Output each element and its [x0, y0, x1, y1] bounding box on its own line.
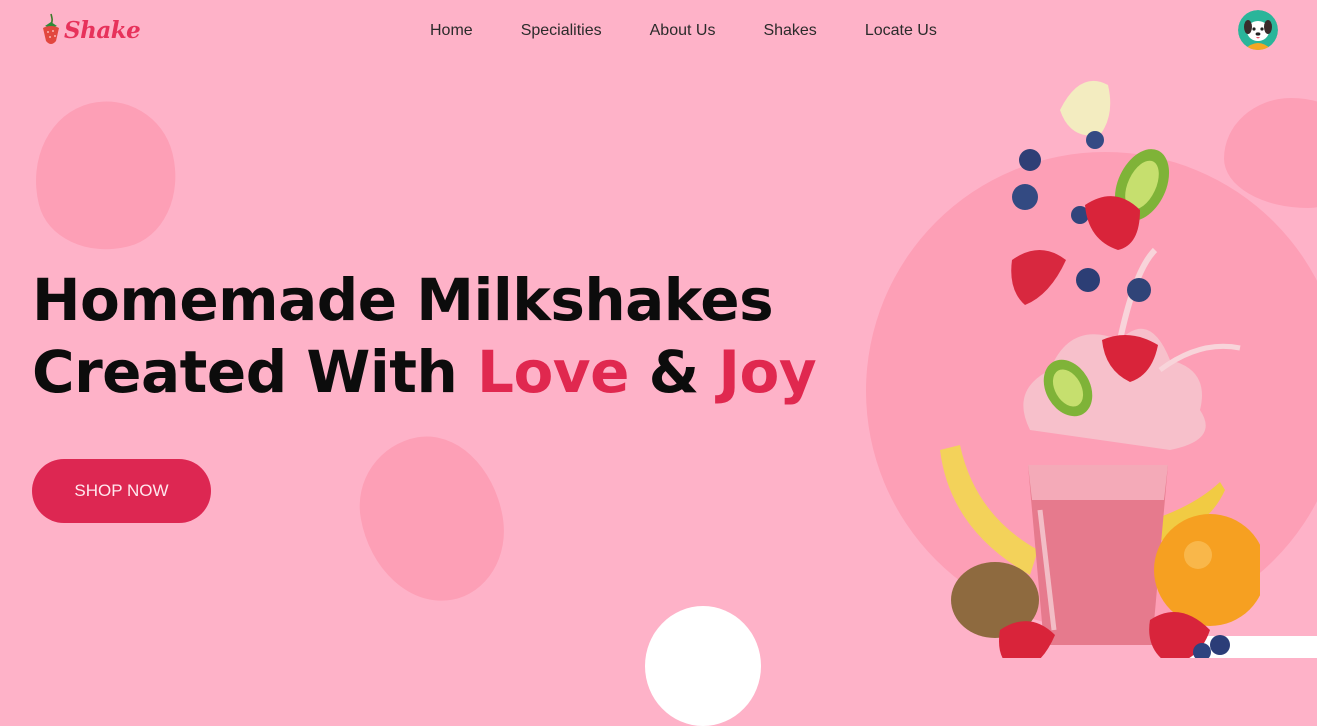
- user-avatar[interactable]: [1238, 10, 1278, 50]
- brand-name: Shake: [64, 16, 141, 44]
- nav-link-locate-us[interactable]: Locate Us: [865, 22, 937, 40]
- dog-avatar-icon: [1238, 10, 1278, 50]
- nav-link-home[interactable]: Home: [430, 22, 473, 40]
- decorative-white-shape: [645, 606, 761, 726]
- decorative-blob: [348, 425, 516, 613]
- nav-link-specialities[interactable]: Specialities: [521, 22, 602, 40]
- hero-heading-line1: Homemade Milkshakes: [32, 266, 774, 334]
- strawberry-icon: [43, 13, 59, 44]
- hero-heading: Homemade Milkshakes Created With Love & …: [32, 264, 817, 408]
- nav-link-shakes[interactable]: Shakes: [763, 22, 816, 40]
- hero-heading-connector: &: [628, 338, 719, 406]
- hero-accent-joy: Joy: [718, 338, 817, 406]
- site-header: Shake Home Specialities About Us Shakes …: [0, 0, 1317, 66]
- decorative-blob: [18, 87, 192, 265]
- brand-logo[interactable]: Shake: [40, 10, 141, 50]
- main-nav: Home Specialities About Us Shakes Locate…: [430, 22, 985, 40]
- milkshake-illustration: [940, 80, 1260, 658]
- shop-now-button[interactable]: SHOP NOW: [32, 459, 211, 523]
- nav-link-about-us[interactable]: About Us: [650, 22, 716, 40]
- hero-heading-line2-prefix: Created With: [32, 338, 477, 406]
- hero-accent-love: Love: [476, 338, 629, 406]
